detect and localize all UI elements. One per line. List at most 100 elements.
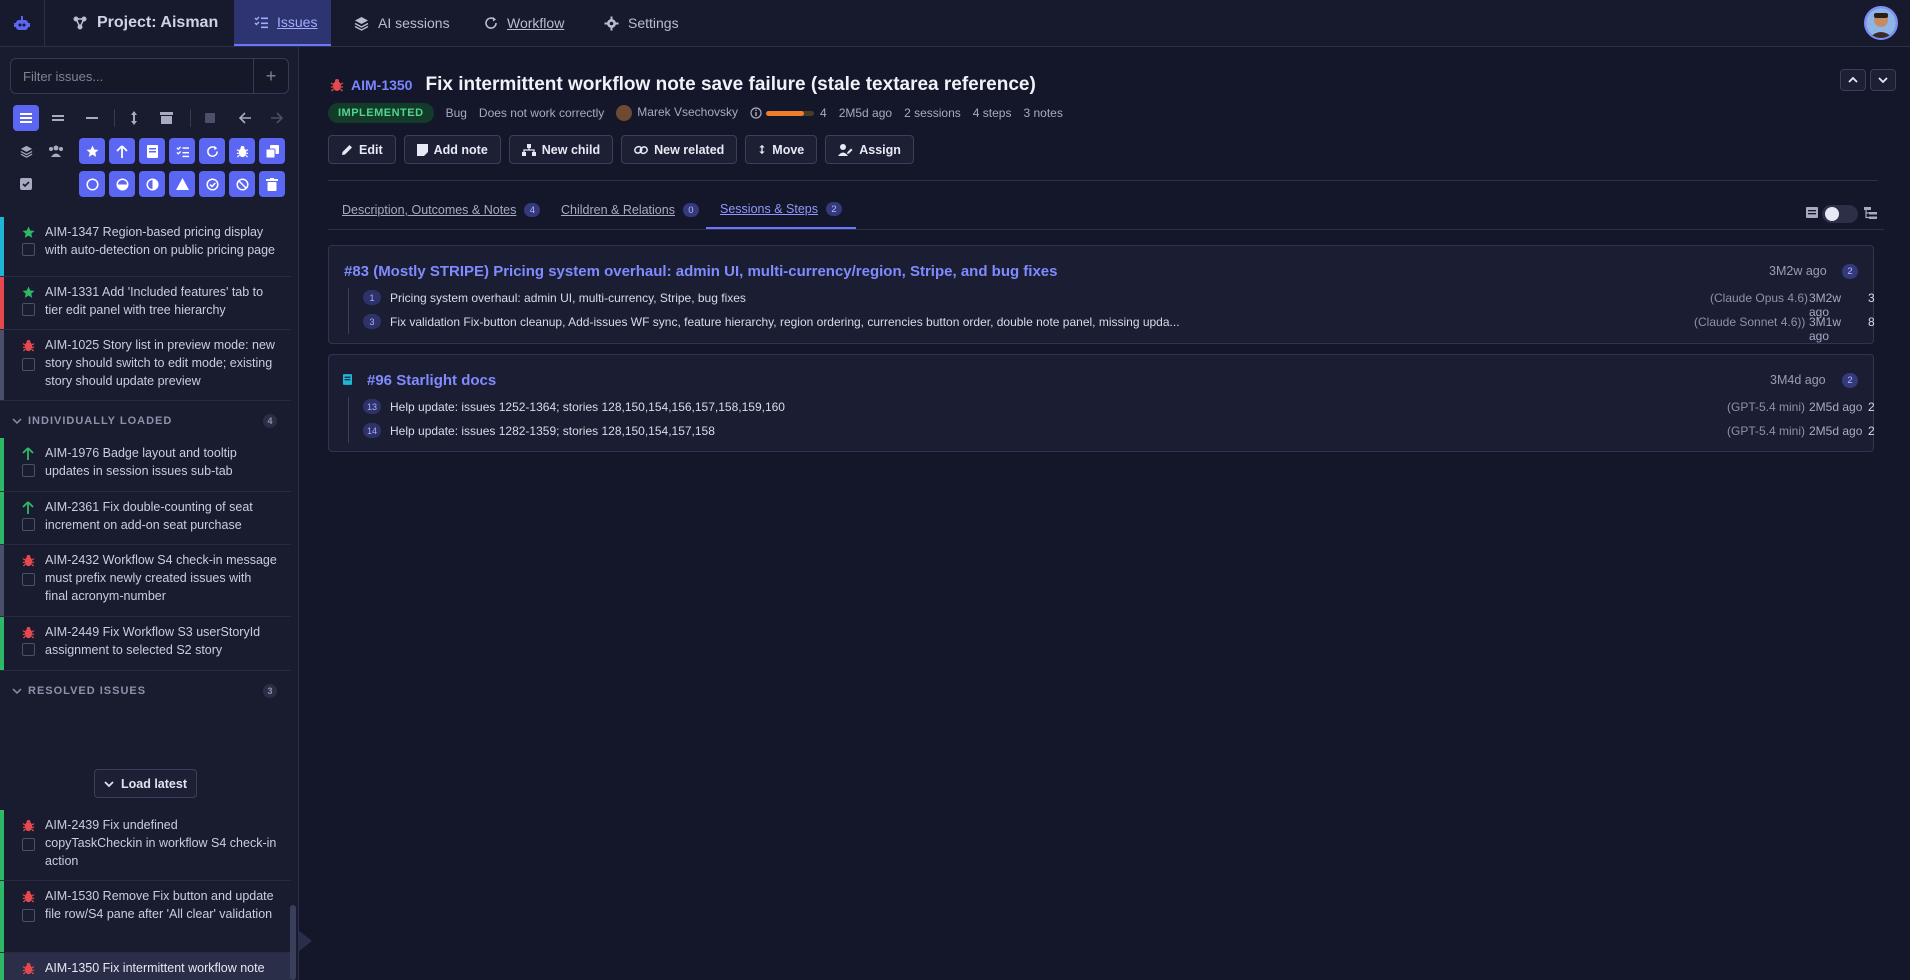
user-avatar[interactable] xyxy=(1864,6,1898,40)
section-count: 4 xyxy=(263,414,277,428)
step-title: Help update: issues 1252-1364; stories 1… xyxy=(390,400,785,414)
item-checkbox[interactable] xyxy=(22,358,35,371)
status-done-button[interactable] xyxy=(199,171,225,197)
tab-workflow[interactable]: Workflow xyxy=(484,0,564,46)
step-row[interactable]: 3 Fix validation Fix-button cleanup, Add… xyxy=(363,312,1875,343)
step-row[interactable]: 14 Help update: issues 1282-1359; storie… xyxy=(363,421,1875,441)
arrows-vertical-icon xyxy=(759,144,765,155)
add-issue-button[interactable]: + xyxy=(253,59,288,93)
assignee[interactable]: Marek Vsechovsky xyxy=(616,105,738,121)
session-title[interactable]: #83 (Mostly STRIPE) Pricing system overh… xyxy=(344,263,1058,280)
compact-view-icon[interactable] xyxy=(1806,207,1818,218)
step-row[interactable]: 13 Help update: issues 1252-1364; storie… xyxy=(363,397,1875,417)
copy-icon xyxy=(265,144,279,158)
view-compact-button[interactable] xyxy=(45,105,71,131)
load-latest-button[interactable]: Load latest xyxy=(94,769,197,798)
section-resolved-issues[interactable]: RESOLVED ISSUES 3 xyxy=(0,676,291,706)
new-child-label: New child xyxy=(541,142,601,157)
tab-ai-sessions[interactable]: AI sessions xyxy=(354,0,450,46)
issue-detail: AIM-1350 Fix intermittent workflow note … xyxy=(300,47,1910,980)
sidebar-scrollbar[interactable] xyxy=(290,905,296,980)
back-button[interactable] xyxy=(232,105,258,131)
app-logo[interactable] xyxy=(0,0,45,47)
status-cancelled-button[interactable] xyxy=(229,171,255,197)
list-item[interactable]: AIM-1347 Region-based pricing display wi… xyxy=(0,217,291,277)
status-deleted-button[interactable] xyxy=(259,171,285,197)
users-filter-button[interactable] xyxy=(43,138,69,164)
group-button[interactable] xyxy=(13,138,39,164)
session-title[interactable]: #96 Starlight docs xyxy=(367,372,496,389)
status-open-button[interactable] xyxy=(79,171,105,197)
edit-button[interactable]: Edit xyxy=(328,135,396,164)
tab-settings[interactable]: Settings xyxy=(604,0,679,46)
info-icon xyxy=(750,107,762,119)
add-note-button[interactable]: Add note xyxy=(403,135,501,164)
list-item[interactable]: AIM-2449 Fix Workflow S3 userStoryId ass… xyxy=(0,617,291,671)
step-model: (Claude Sonnet 4.6)) xyxy=(1694,315,1806,329)
archive-button[interactable] xyxy=(153,105,179,131)
assign-button[interactable]: Assign xyxy=(825,135,914,164)
item-checkbox[interactable] xyxy=(22,243,35,256)
tab-count: 4 xyxy=(524,203,541,217)
next-issue-button[interactable] xyxy=(1870,69,1896,91)
users-icon xyxy=(49,145,63,157)
tree-line xyxy=(348,397,349,443)
list-item[interactable]: AIM-1025 Story list in preview mode: new… xyxy=(0,330,291,401)
forward-button[interactable] xyxy=(264,105,290,131)
tab-label: Description, Outcomes & Notes xyxy=(342,203,517,217)
filter-duplicate-button[interactable] xyxy=(259,138,285,164)
step-row[interactable]: 1 Pricing system overhaul: admin UI, mul… xyxy=(363,288,1875,319)
filter-issues-input[interactable] xyxy=(11,59,254,93)
step-count[interactable]: 4 steps xyxy=(973,106,1012,120)
list-item[interactable]: AIM-2361 Fix double-counting of seat inc… xyxy=(0,492,291,545)
list-item[interactable]: AIM-1530 Remove Fix button and update fi… xyxy=(0,881,291,953)
status-warning-button[interactable] xyxy=(169,171,195,197)
status-badge[interactable]: IMPLEMENTED xyxy=(328,103,434,123)
expand-button[interactable] xyxy=(121,105,147,131)
move-button[interactable]: Move xyxy=(745,135,818,164)
new-related-button[interactable]: New related xyxy=(621,135,738,164)
collapse-all-button[interactable] xyxy=(79,105,105,131)
step-age: 2M5d ago xyxy=(1809,424,1863,438)
item-checkbox[interactable] xyxy=(22,303,35,316)
list-item[interactable]: AIM-1331 Add 'Included features' tab to … xyxy=(0,277,291,330)
section-individually-loaded[interactable]: INDIVIDUALLY LOADED 4 xyxy=(0,406,291,436)
tab-issues[interactable]: Issues xyxy=(234,0,331,46)
filter-docs-button[interactable] xyxy=(139,138,165,164)
item-checkbox[interactable] xyxy=(22,518,35,531)
tree-view-icon[interactable] xyxy=(1864,207,1877,219)
tab-children-relations[interactable]: Children & Relations 0 xyxy=(561,191,699,229)
filter-improvement-button[interactable] xyxy=(109,138,135,164)
status-review-button[interactable] xyxy=(139,171,165,197)
item-checkbox[interactable] xyxy=(22,643,35,656)
item-checkbox[interactable] xyxy=(22,909,35,922)
list-item[interactable]: AIM-2432 Workflow S4 check-in message mu… xyxy=(0,545,291,617)
step-count: 3 xyxy=(1868,291,1875,305)
bug-icon xyxy=(22,890,35,903)
item-checkbox[interactable] xyxy=(22,838,35,851)
status-in-progress-button[interactable] xyxy=(109,171,135,197)
select-all-checkbox[interactable] xyxy=(13,171,39,197)
view-toggle[interactable] xyxy=(1822,205,1858,223)
filter-refactor-button[interactable] xyxy=(199,138,225,164)
project-name[interactable]: Project: Aisman xyxy=(72,0,218,46)
previous-issue-button[interactable] xyxy=(1840,69,1866,91)
new-child-button[interactable]: New child xyxy=(508,135,614,164)
item-checkbox[interactable] xyxy=(22,464,35,477)
filter-tasks-button[interactable] xyxy=(169,138,195,164)
chevron-up-icon xyxy=(1848,76,1858,83)
filter-bug-button[interactable] xyxy=(229,138,255,164)
tab-sessions-steps[interactable]: Sessions & Steps 2 xyxy=(706,191,856,229)
list-item[interactable]: AIM-1976 Badge layout and tooltip update… xyxy=(0,438,291,492)
tab-description[interactable]: Description, Outcomes & Notes 4 xyxy=(342,191,541,229)
note-count[interactable]: 3 notes xyxy=(1023,106,1062,120)
arrows-vertical-icon xyxy=(131,111,137,125)
filter-feature-button[interactable] xyxy=(79,138,105,164)
issue-key[interactable]: AIM-1350 xyxy=(351,77,412,93)
session-count[interactable]: 2 sessions xyxy=(904,106,961,120)
item-checkbox[interactable] xyxy=(22,573,35,586)
list-item[interactable]: AIM-2439 Fix undefined copyTaskCheckin i… xyxy=(0,810,291,881)
view-list-button[interactable] xyxy=(13,105,39,131)
select-disabled-button[interactable] xyxy=(197,105,223,131)
list-item-selected[interactable]: AIM-1350 Fix intermittent workflow note … xyxy=(0,953,291,980)
